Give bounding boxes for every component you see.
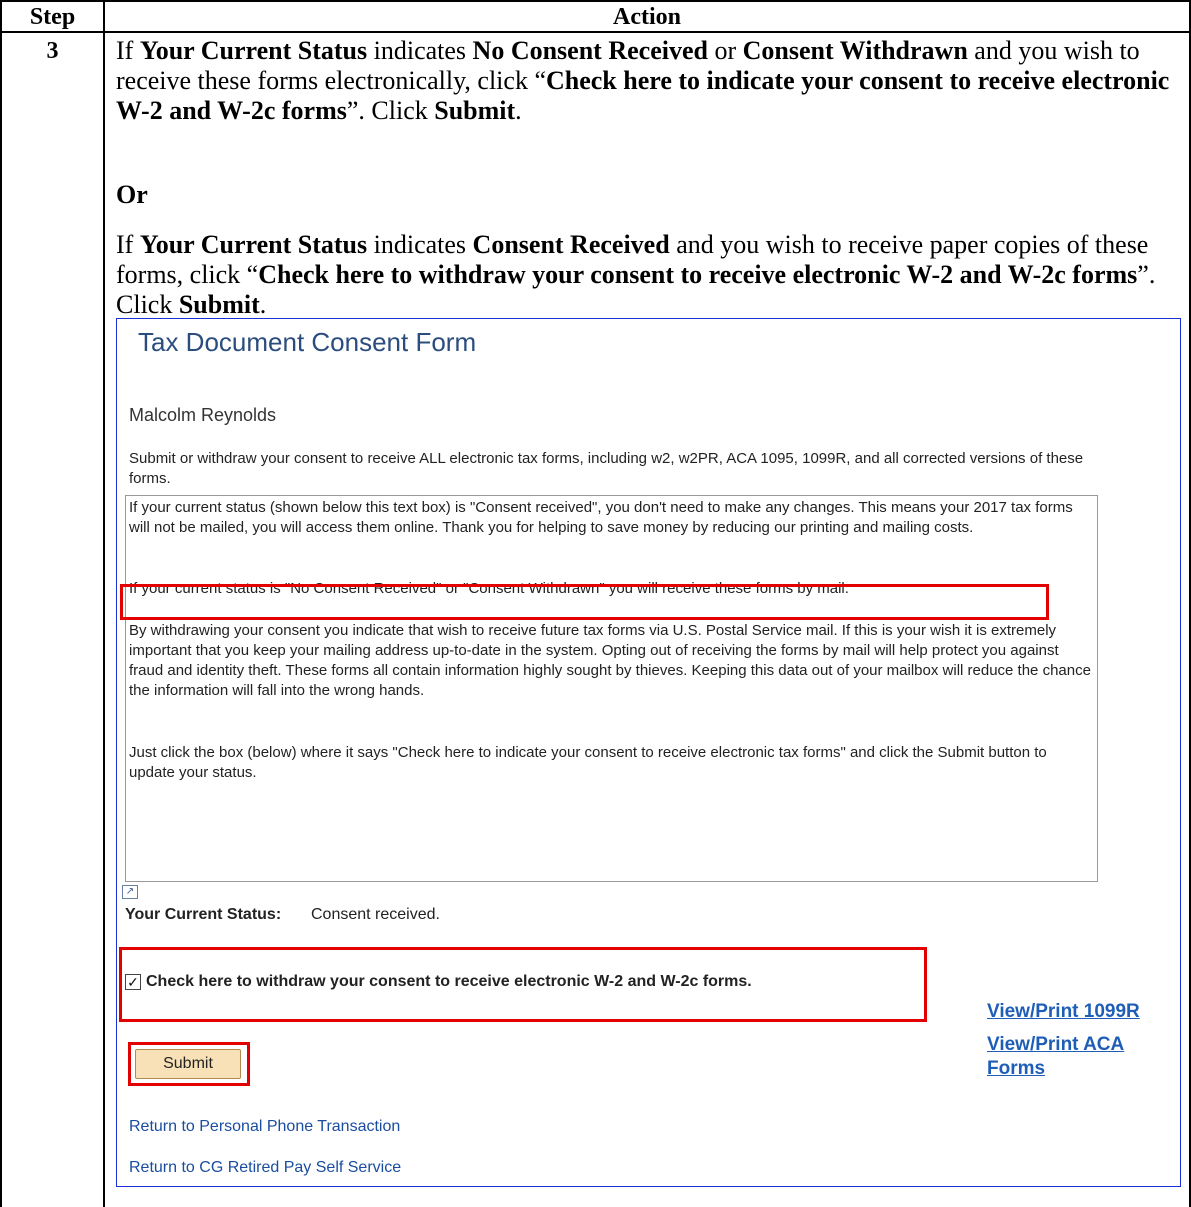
instruction-table: Step Action 3 If Your Current Status ind… [0, 0, 1191, 1207]
withdraw-consent-label[interactable]: Check here to withdraw your consent to r… [146, 973, 752, 991]
instruction-run: Your Current Status [139, 230, 368, 259]
instruction-run: indicates [367, 36, 473, 65]
instruction-run: Your Current Status [139, 36, 368, 65]
view-print-aca-line1[interactable]: View/Print ACA [987, 1034, 1124, 1055]
view-print-aca-line2[interactable]: Forms [987, 1058, 1045, 1079]
table-left-border [0, 0, 2, 1207]
page-title: Tax Document Consent Form [138, 327, 477, 357]
view-print-1099r-link[interactable]: View/Print 1099R [987, 1001, 1140, 1023]
info-paragraph-3: By withdrawing your consent you indicate… [129, 622, 1091, 699]
instruction-run: Submit [178, 290, 260, 319]
table-column-divider [103, 0, 105, 1207]
table-header-divider [0, 31, 1191, 33]
submit-button[interactable]: Submit [135, 1049, 241, 1079]
info-paragraph-1: If your current status (shown below this… [129, 499, 1073, 536]
form-screenshot: Tax Document Consent Form Malcolm Reynol… [116, 318, 1181, 1187]
expand-icon[interactable]: ↗ [122, 885, 138, 899]
view-print-aca-forms-link[interactable]: View/Print ACA Forms [987, 1033, 1124, 1081]
instruction-run: Submit [434, 96, 516, 125]
withdraw-consent-row[interactable]: ✓ Check here to withdraw your consent to… [125, 971, 752, 993]
instruction-run: Consent Withdrawn [742, 36, 968, 65]
instruction-paragraph-withdraw: If Your Current Status indicates Consent… [116, 230, 1188, 320]
instruction-or: Or [116, 180, 148, 209]
instruction-run: No Consent Received [472, 36, 708, 65]
instruction-run: If [116, 36, 140, 65]
current-status-value: Consent received. [311, 906, 440, 923]
instruction-run: or [707, 36, 743, 65]
return-cg-retired-pay-link[interactable]: Return to CG Retired Pay Self Service [129, 1159, 401, 1177]
step-number: 3 [46, 38, 59, 64]
header-step: Step [29, 4, 76, 30]
instruction-run: indicates [367, 230, 473, 259]
person-name: Malcolm Reynolds [129, 405, 277, 425]
instruction-run: ”. Click [346, 96, 435, 125]
withdraw-consent-checkbox[interactable]: ✓ [125, 974, 141, 990]
instruction-run: Check here to withdraw your consent to r… [258, 260, 1138, 289]
instruction-run: If [116, 230, 140, 259]
instruction-run: Consent Received [472, 230, 670, 259]
return-personal-phone-link[interactable]: Return to Personal Phone Transaction [129, 1118, 400, 1136]
instruction-run: . [515, 96, 522, 125]
instruction-paragraph-consent: If Your Current Status indicates No Cons… [116, 36, 1188, 126]
instruction-run: . [259, 290, 267, 319]
current-status-label: Your Current Status: [125, 906, 282, 923]
consent-info-textbox[interactable]: If your current status (shown below this… [125, 495, 1098, 882]
highlight-mail-notice [120, 584, 1049, 620]
header-action: Action [613, 4, 681, 30]
info-paragraph-4: Just click the box (below) where it says… [129, 744, 1047, 781]
table-top-border [0, 0, 1191, 2]
intro-text: Submit or withdraw your consent to recei… [129, 450, 1084, 487]
